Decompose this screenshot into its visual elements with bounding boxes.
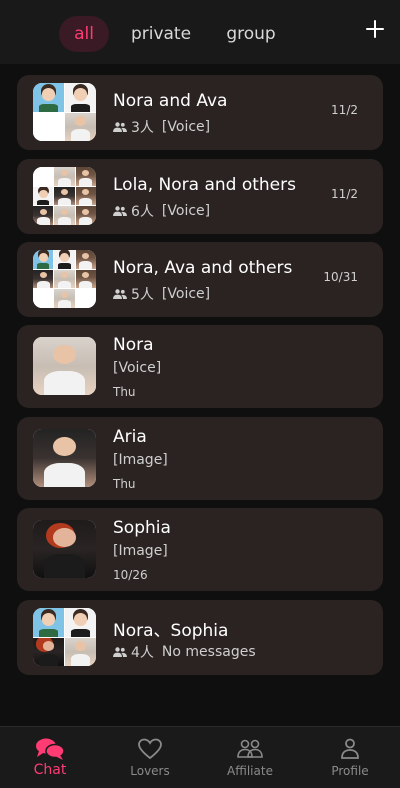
tab-private[interactable]: private xyxy=(128,16,194,52)
chat-item-nora[interactable]: Nora [Voice] Thu xyxy=(17,325,383,408)
chat-meta: 3人 [Voice] xyxy=(113,117,210,137)
group-avatar xyxy=(33,608,96,666)
contact-avatar xyxy=(33,520,96,578)
tab-all[interactable]: all xyxy=(59,16,109,52)
chat-time: Thu xyxy=(113,385,136,399)
top-tab-bar: all private group xyxy=(0,0,400,64)
chat-name: Lola, Nora and others xyxy=(113,175,296,195)
last-message: [Voice] xyxy=(113,360,162,376)
nav-lovers-label: Lovers xyxy=(130,764,170,778)
nav-profile-label: Profile xyxy=(331,764,369,778)
add-chat-button[interactable] xyxy=(366,20,384,38)
people-icon xyxy=(113,206,127,216)
people-icon xyxy=(113,122,127,132)
users-icon xyxy=(237,739,263,758)
chat-time: Thu xyxy=(113,477,136,491)
member-count: 5人 xyxy=(131,287,154,303)
last-message: No messages xyxy=(161,644,256,660)
nav-lovers[interactable]: Lovers xyxy=(100,737,200,785)
member-count: 6人 xyxy=(131,204,154,220)
last-message: [Voice] xyxy=(161,286,211,302)
chat-name: Nora xyxy=(113,335,154,355)
chat-meta: 6人 [Voice] xyxy=(113,201,210,221)
nav-affiliate[interactable]: Affiliate xyxy=(200,737,300,785)
contact-avatar xyxy=(33,337,96,395)
chat-item-nora-and-ava[interactable]: Nora and Ava 3人 [Voice] 11/2 xyxy=(17,75,383,150)
member-count: 4人 xyxy=(131,645,154,661)
chat-time: 10/26 xyxy=(113,568,148,582)
chat-name: Nora、Sophia xyxy=(113,621,229,641)
chat-item-lola-nora-and-others[interactable]: Lola, Nora and others 6人 [Voice] 11/2 xyxy=(17,159,383,234)
people-icon xyxy=(113,289,127,299)
heart-icon xyxy=(138,738,162,760)
last-message: [Voice] xyxy=(161,203,211,219)
chat-time: 11/2 xyxy=(331,103,358,117)
chat-meta: 5人 [Voice] xyxy=(113,284,210,304)
chat-bubbles-icon xyxy=(36,738,65,760)
last-message: [Voice] xyxy=(161,119,211,135)
chat-item-nora-ava-and-others[interactable]: Nora, Ava and others 5人 [Voice] 10/31 xyxy=(17,242,383,317)
nav-chat[interactable]: Chat xyxy=(0,737,100,785)
group-avatar xyxy=(33,250,96,308)
chat-item-nora-sophia[interactable]: Nora、Sophia 4人 No messages xyxy=(17,600,383,675)
chat-time: 10/31 xyxy=(323,270,358,284)
last-message: [Image] xyxy=(113,543,168,559)
chat-name: Aria xyxy=(113,427,147,447)
group-avatar xyxy=(33,83,96,141)
chat-meta: 4人 No messages xyxy=(113,642,256,662)
nav-profile[interactable]: Profile xyxy=(300,737,400,785)
chat-name: Nora and Ava xyxy=(113,91,228,111)
chat-item-aria[interactable]: Aria [Image] Thu xyxy=(17,417,383,500)
nav-affiliate-label: Affiliate xyxy=(227,764,273,778)
person-icon xyxy=(341,738,359,759)
tab-group[interactable]: group xyxy=(222,16,280,52)
people-icon xyxy=(113,647,127,657)
contact-avatar xyxy=(33,429,96,487)
bottom-navigation: Chat Lovers Affiliate Profile xyxy=(0,726,400,788)
chat-time: 11/2 xyxy=(331,187,358,201)
chat-screen: all private group Nora and Ava 3人 [Voice… xyxy=(0,0,400,788)
last-message: [Image] xyxy=(113,452,168,468)
group-avatar xyxy=(33,167,96,225)
chat-name: Sophia xyxy=(113,518,171,538)
chat-name: Nora, Ava and others xyxy=(113,258,293,278)
chat-item-sophia[interactable]: Sophia [Image] 10/26 xyxy=(17,508,383,591)
nav-chat-label: Chat xyxy=(33,762,67,778)
member-count: 3人 xyxy=(131,120,154,136)
